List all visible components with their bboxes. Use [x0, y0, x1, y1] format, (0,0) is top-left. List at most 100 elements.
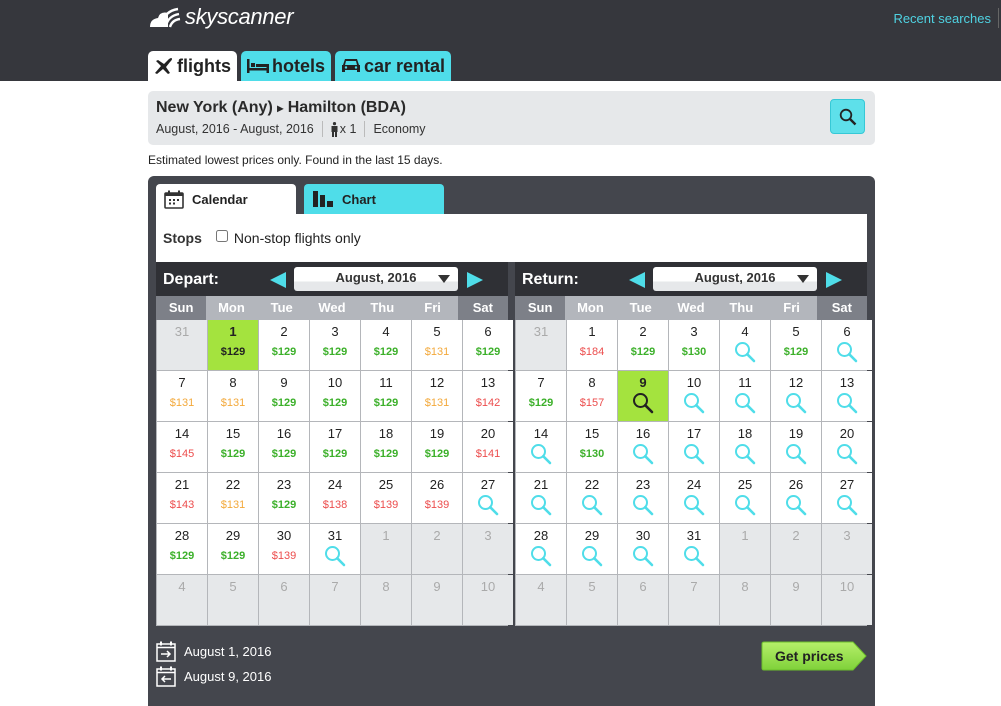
day-cell[interactable]: 14 $145 — [157, 422, 207, 472]
day-cell[interactable]: 5 $129 — [771, 320, 821, 370]
day-cell[interactable]: 27 — [463, 473, 513, 523]
day-cell[interactable]: 6 $129 — [463, 320, 513, 370]
day-cell[interactable]: 26 — [771, 473, 821, 523]
day-cell[interactable]: 21 $143 — [157, 473, 207, 523]
day-number: 6 — [843, 324, 851, 339]
day-cell[interactable]: 24 $138 — [310, 473, 360, 523]
day-cell[interactable]: 29 $129 — [208, 524, 258, 574]
return-month-select[interactable]: August, 2016 — [653, 267, 817, 291]
day-cell[interactable]: 23 $129 — [259, 473, 309, 523]
day-cell[interactable]: 1 $184 — [567, 320, 617, 370]
day-cell[interactable]: 31 — [310, 524, 360, 574]
day-number: 7 — [331, 579, 339, 594]
day-number: 20 — [480, 426, 496, 441]
next-month-arrow-icon[interactable] — [467, 272, 483, 288]
day-cell[interactable]: 30 $139 — [259, 524, 309, 574]
day-cell[interactable]: 18 — [720, 422, 770, 472]
depart-calendar: Depart: August, 2016 Sun Mon Tue Wed Thu… — [156, 262, 513, 626]
recent-searches-link[interactable]: Recent searches — [893, 11, 991, 26]
day-cell[interactable]: 13 — [822, 371, 872, 421]
day-cell[interactable]: 8 $131 — [208, 371, 258, 421]
day-cell[interactable]: 10 — [669, 371, 719, 421]
day-cell[interactable]: 6 — [822, 320, 872, 370]
day-cell[interactable]: 15 $129 — [208, 422, 258, 472]
day-cell[interactable]: 19 — [771, 422, 821, 472]
depart-month-select[interactable]: August, 2016 — [294, 267, 458, 291]
day-cell[interactable]: 10 $129 — [310, 371, 360, 421]
day-cell[interactable]: 15 $130 — [567, 422, 617, 472]
tab-car-rental[interactable]: car rental — [335, 51, 452, 81]
day-cell[interactable]: 29 — [567, 524, 617, 574]
day-price: $129 — [783, 346, 809, 358]
day-cell[interactable]: 22 — [567, 473, 617, 523]
day-cell[interactable]: 16 $129 — [259, 422, 309, 472]
day-cell[interactable]: 13 $142 — [463, 371, 513, 421]
weekday: Fri — [766, 296, 817, 320]
day-cell[interactable]: 3 $129 — [310, 320, 360, 370]
day-cell[interactable]: 24 — [669, 473, 719, 523]
tab-calendar[interactable]: Calendar — [156, 184, 296, 214]
prev-month-arrow-icon[interactable] — [270, 272, 286, 288]
day-price: $129 — [271, 448, 297, 460]
day-cell[interactable]: 20 $141 — [463, 422, 513, 472]
prev-month-arrow-icon[interactable] — [629, 272, 645, 288]
tab-hotels[interactable]: hotels — [241, 51, 332, 81]
day-number: 16 — [635, 426, 651, 441]
day-cell[interactable]: 4 $129 — [361, 320, 411, 370]
day-cell[interactable]: 20 — [822, 422, 872, 472]
divider — [364, 121, 366, 137]
day-cell[interactable]: 2 $129 — [259, 320, 309, 370]
day-number: 23 — [276, 477, 292, 492]
tab-flights[interactable]: flights — [148, 51, 237, 81]
day-cell[interactable]: 25 $139 — [361, 473, 411, 523]
day-cell[interactable]: 19 $129 — [412, 422, 462, 472]
day-cell[interactable]: 9 — [618, 371, 668, 421]
nonstop-label[interactable]: Non-stop flights only — [234, 230, 361, 246]
day-cell[interactable]: 12 $131 — [412, 371, 462, 421]
search-price-icon — [531, 444, 552, 465]
plane-icon — [155, 58, 172, 74]
bar-chart-icon — [313, 191, 333, 207]
day-cell[interactable]: 27 — [822, 473, 872, 523]
day-number: 1 — [588, 324, 596, 339]
day-cell[interactable]: 9 $129 — [259, 371, 309, 421]
day-cell[interactable]: 17 $129 — [310, 422, 360, 472]
day-cell[interactable]: 14 — [516, 422, 566, 472]
day-cell[interactable]: 7 $129 — [516, 371, 566, 421]
day-cell[interactable]: 2 $129 — [618, 320, 668, 370]
search-price-icon — [786, 495, 807, 516]
day-cell[interactable]: 26 $139 — [412, 473, 462, 523]
day-cell[interactable]: 28 $129 — [157, 524, 207, 574]
search-button[interactable] — [830, 99, 865, 134]
skyscanner-logo[interactable]: skyscanner — [148, 4, 294, 30]
day-cell[interactable]: 11 — [720, 371, 770, 421]
day-cell[interactable]: 16 — [618, 422, 668, 472]
search-price-icon — [735, 444, 756, 465]
search-price-icon — [478, 495, 499, 516]
day-cell[interactable]: 17 — [669, 422, 719, 472]
day-cell[interactable]: 21 — [516, 473, 566, 523]
day-cell[interactable]: 25 — [720, 473, 770, 523]
day-cell[interactable]: 5 $131 — [412, 320, 462, 370]
day-number: 31 — [327, 528, 343, 543]
tab-chart[interactable]: Chart — [304, 184, 444, 214]
day-cell[interactable]: 4 — [720, 320, 770, 370]
get-prices-button[interactable]: Get prices — [761, 641, 867, 671]
day-cell[interactable]: 1 $129 — [208, 320, 258, 370]
search-summary[interactable]: New York (Any) ▸ Hamilton (BDA) August, … — [148, 91, 875, 145]
day-cell[interactable]: 31 — [669, 524, 719, 574]
day-cell[interactable]: 3 $130 — [669, 320, 719, 370]
day-cell[interactable]: 18 $129 — [361, 422, 411, 472]
day-cell[interactable]: 12 — [771, 371, 821, 421]
day-cell[interactable]: 7 $131 — [157, 371, 207, 421]
next-month-arrow-icon[interactable] — [826, 272, 842, 288]
day-cell[interactable]: 28 — [516, 524, 566, 574]
day-cell[interactable]: 8 $157 — [567, 371, 617, 421]
day-cell[interactable]: 22 $131 — [208, 473, 258, 523]
day-cell[interactable]: 11 $129 — [361, 371, 411, 421]
search-price-icon — [684, 393, 705, 414]
day-cell[interactable]: 30 — [618, 524, 668, 574]
search-price-icon — [531, 495, 552, 516]
nonstop-checkbox[interactable] — [215, 230, 228, 242]
day-cell[interactable]: 23 — [618, 473, 668, 523]
